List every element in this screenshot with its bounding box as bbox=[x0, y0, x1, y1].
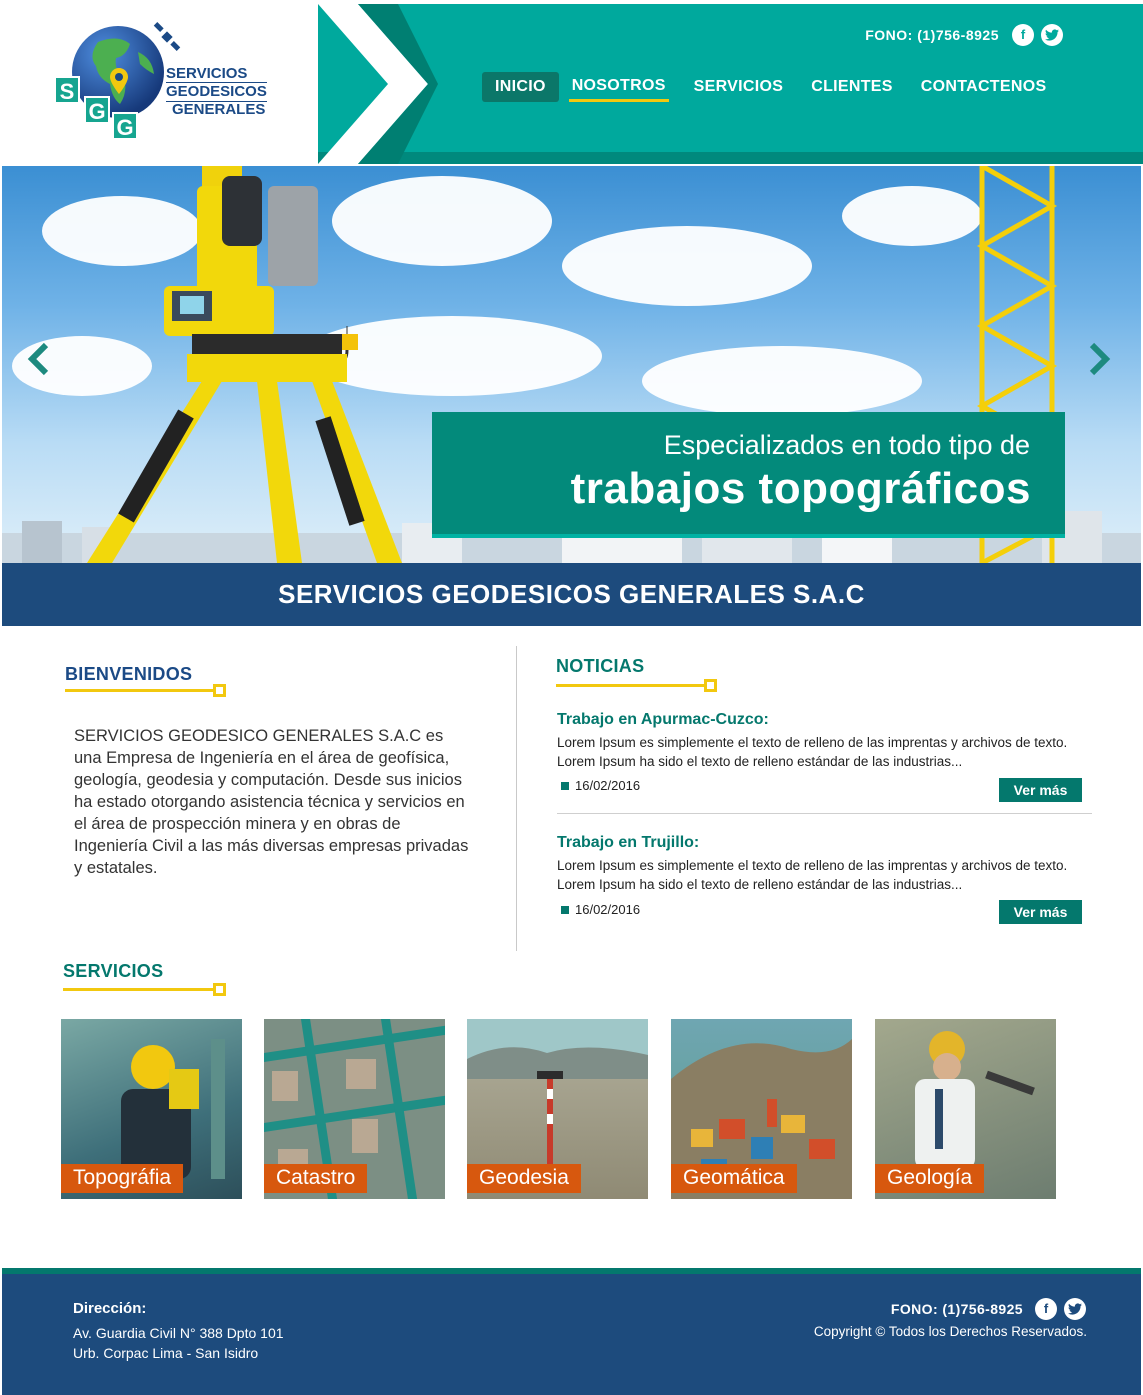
footer-copyright: Copyright © Todos los Derechos Reservado… bbox=[813, 1324, 1087, 1339]
news-separator bbox=[557, 813, 1092, 814]
service-tile-geodesia[interactable]: Geodesia bbox=[467, 1019, 648, 1199]
news-item: Trabajo en Apurmac-Cuzco: Lorem Ipsum es… bbox=[557, 711, 1092, 806]
nav-contactenos[interactable]: CONTACTENOS bbox=[908, 72, 1060, 102]
hero-title: trabajos topográficos bbox=[570, 464, 1031, 513]
site-header: S G G SERVICIOS GEODESICOS GENERALES FON… bbox=[0, 0, 1143, 165]
service-tile-label: Geología bbox=[875, 1164, 985, 1193]
chevron-right-icon bbox=[1089, 342, 1111, 376]
welcome-title-underline bbox=[65, 689, 219, 692]
news-item-read-more-button[interactable]: Ver más bbox=[999, 900, 1082, 924]
site-footer: Dirección: Av. Guardia Civil N° 388 Dpto… bbox=[2, 1268, 1141, 1395]
hero-caption-box: Especializados en todo tipo de trabajos … bbox=[432, 412, 1065, 538]
footer-address-title: Dirección: bbox=[73, 1300, 147, 1317]
calendar-bullet-icon bbox=[561, 782, 569, 790]
hero-cloud bbox=[642, 346, 922, 416]
news-item-body: Lorem Ipsum es simplemente el texto de r… bbox=[557, 735, 1068, 769]
main-nav: INICIO NOSOTROS SERVICIOS CLIENTES CONTA… bbox=[482, 71, 1059, 102]
twitter-icon[interactable] bbox=[1064, 1298, 1086, 1320]
welcome-title: BIENVENIDOS bbox=[65, 664, 193, 684]
column-divider bbox=[516, 646, 517, 951]
header-phone: FONO: (1)756-8925 bbox=[865, 27, 999, 43]
news-item-title[interactable]: Trabajo en Trujillo: bbox=[557, 834, 1092, 852]
logo-line-1: SERVICIOS bbox=[166, 65, 248, 82]
news-item-body: Lorem Ipsum es simplemente el texto de r… bbox=[557, 858, 1068, 892]
logo-wordmark: SERVICIOS GEODESICOS GENERALES bbox=[166, 66, 267, 118]
service-tile-label: Topográfia bbox=[61, 1164, 184, 1193]
service-tile-geologia[interactable]: Geología bbox=[875, 1019, 1056, 1199]
services-title-underline bbox=[63, 988, 223, 991]
nav-nosotros[interactable]: NOSOTROS bbox=[568, 71, 669, 102]
nav-servicios[interactable]: SERVICIOS bbox=[681, 72, 797, 102]
nav-inicio[interactable]: INICIO bbox=[482, 71, 559, 102]
news-item-date: 16/02/2016 bbox=[561, 902, 640, 917]
hero-prev-arrow[interactable] bbox=[26, 341, 50, 387]
hero-subtitle: Especializados en todo tipo de bbox=[663, 430, 1030, 460]
service-tile-label: Catastro bbox=[264, 1164, 368, 1193]
service-tile-label: Geodesia bbox=[467, 1164, 581, 1193]
hero-slider: Especializados en todo tipo de trabajos … bbox=[2, 166, 1141, 563]
news-title-square bbox=[704, 679, 717, 692]
logo-line-2: GEODESICOS bbox=[166, 82, 267, 102]
news-item-read-more-button[interactable]: Ver más bbox=[999, 778, 1082, 802]
satellite-icon bbox=[153, 22, 181, 51]
facebook-icon[interactable]: f bbox=[1035, 1298, 1057, 1320]
logo-letter-s: S bbox=[54, 76, 80, 104]
service-tile-label: Geomática bbox=[671, 1164, 797, 1193]
hero-total-station-image bbox=[87, 166, 402, 563]
hero-cloud bbox=[842, 186, 982, 246]
news-item-date-text: 16/02/2016 bbox=[575, 902, 641, 917]
footer-address: Av. Guardia Civil N° 388 Dpto 101 Urb. C… bbox=[73, 1323, 284, 1363]
news-item-date: 16/02/2016 bbox=[561, 778, 640, 793]
chevron-left-icon bbox=[27, 342, 49, 376]
footer-address-line: Av. Guardia Civil N° 388 Dpto 101 bbox=[73, 1325, 284, 1341]
company-banner: SERVICIOS GEODESICOS GENERALES S.A.C bbox=[2, 563, 1141, 626]
logo-line-3: GENERALES bbox=[172, 101, 266, 118]
site-logo[interactable]: S G G SERVICIOS GEODESICOS GENERALES bbox=[0, 0, 330, 162]
calendar-bullet-icon bbox=[561, 906, 569, 914]
header-chevron-decoration bbox=[318, 4, 438, 164]
location-pin-icon bbox=[110, 68, 128, 94]
hero-cloud bbox=[562, 226, 812, 306]
company-banner-text: SERVICIOS GEODESICOS GENERALES S.A.C bbox=[278, 579, 865, 609]
welcome-text: SERVICIOS GEODESICO GENERALES S.A.C es u… bbox=[74, 727, 469, 877]
service-tile-geomatica[interactable]: Geomática bbox=[671, 1019, 852, 1199]
footer-phone: FONO: (1)756-8925 bbox=[890, 1301, 1023, 1317]
twitter-icon[interactable] bbox=[1041, 24, 1063, 46]
service-tile-catastro[interactable]: Catastro bbox=[264, 1019, 445, 1199]
news-item-date-text: 16/02/2016 bbox=[575, 778, 641, 793]
logo-letter-g1: G bbox=[84, 96, 110, 124]
logo-letter-g2: G bbox=[112, 112, 138, 140]
news-title-underline bbox=[556, 684, 710, 687]
news-item-title[interactable]: Trabajo en Apurmac-Cuzco: bbox=[557, 711, 1092, 729]
nav-clientes[interactable]: CLIENTES bbox=[798, 72, 906, 102]
footer-address-line: Urb. Corpac Lima - San Isidro bbox=[73, 1345, 259, 1361]
services-title: SERVICIOS bbox=[63, 961, 164, 981]
hero-next-arrow[interactable] bbox=[1088, 341, 1112, 387]
welcome-title-square bbox=[213, 684, 226, 697]
services-title-square bbox=[213, 983, 226, 996]
facebook-icon[interactable]: f bbox=[1012, 24, 1034, 46]
service-tile-topografia[interactable]: Topográfia bbox=[61, 1019, 242, 1199]
news-title: NOTICIAS bbox=[556, 656, 645, 676]
news-item: Trabajo en Trujillo: Lorem Ipsum es simp… bbox=[557, 834, 1092, 929]
